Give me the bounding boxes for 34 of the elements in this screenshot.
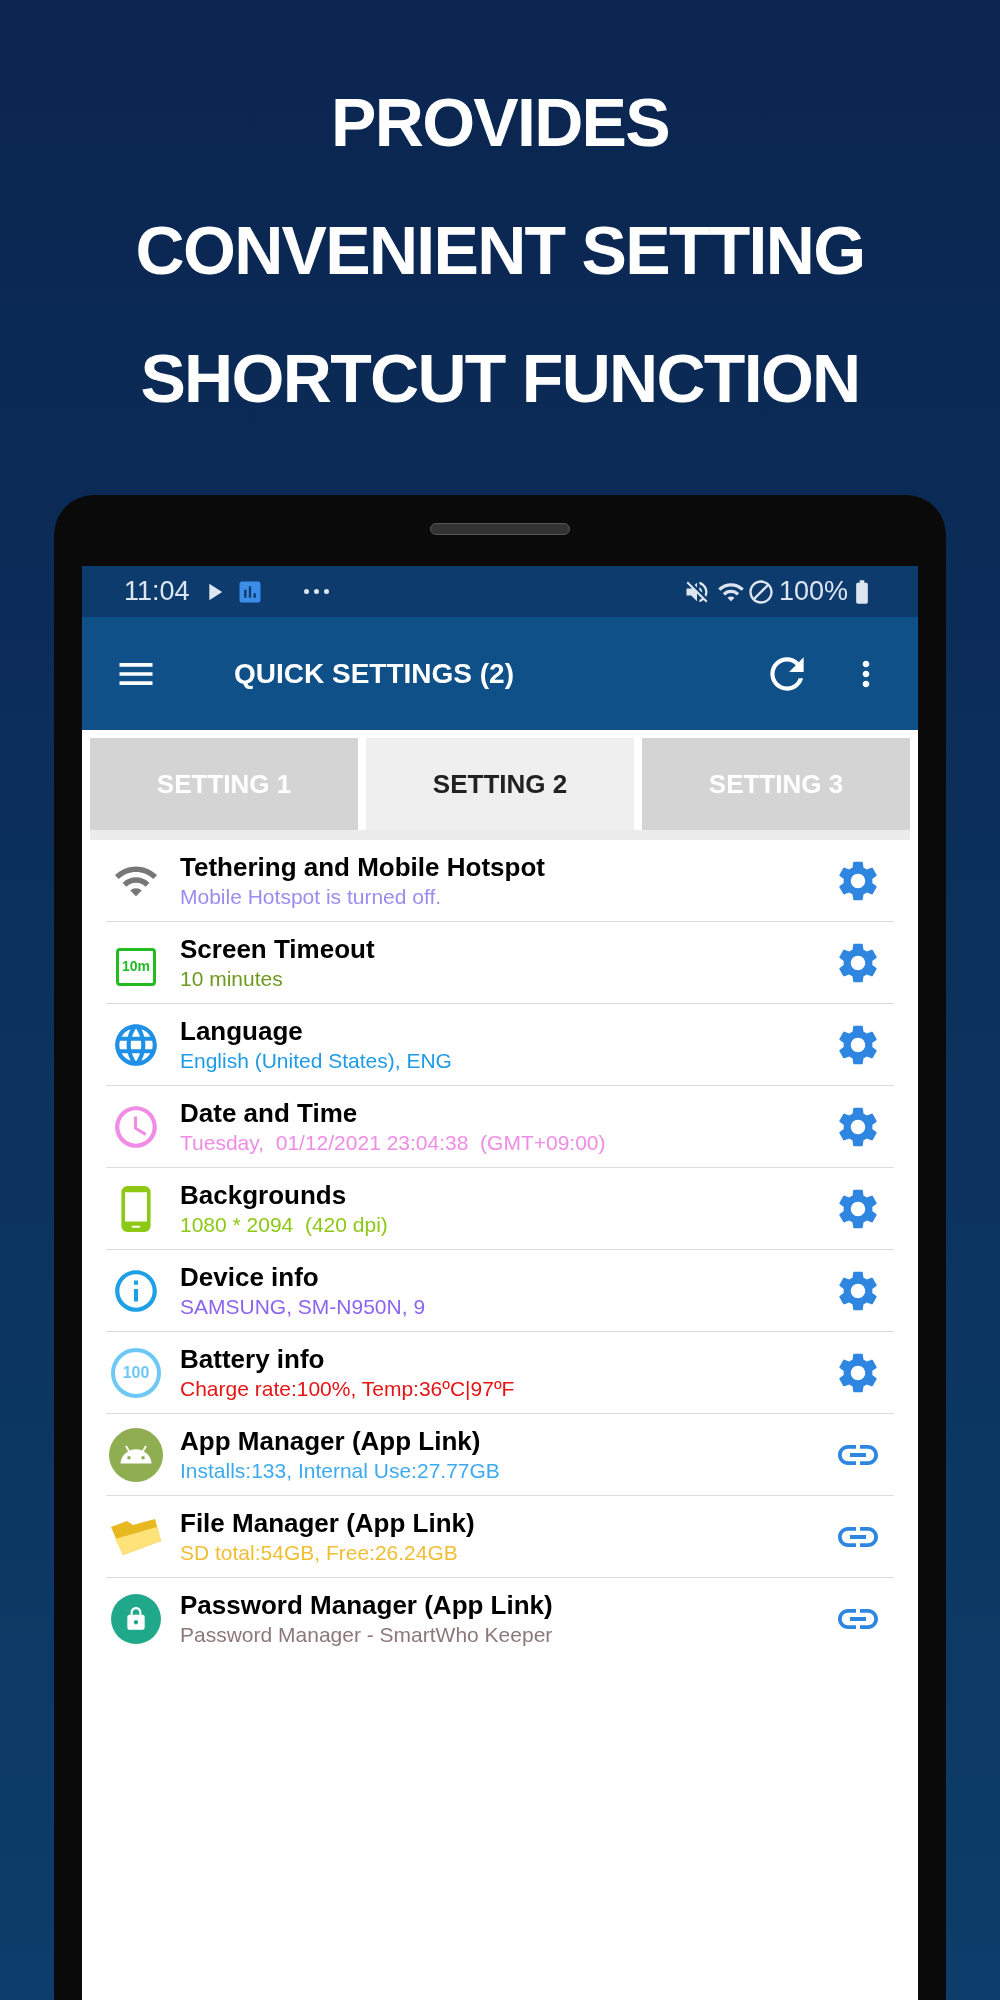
item-title: File Manager (App Link) [180,1506,476,1539]
item-title: Tethering and Mobile Hotspot [180,850,546,883]
status-time: 11:04 [124,575,190,609]
item-subtitle: 1080 * 2094 (420 dpi) [180,1211,389,1238]
item-subtitle: English (United States), ENG [180,1047,453,1074]
item-title: Backgrounds [180,1178,348,1211]
item-subtitle: SAMSUNG, SM-N950N, 9 [180,1293,427,1320]
item-subtitle: SD total:54GB, Free:26.24GB [180,1539,459,1566]
headline: SHORTCUT FUNCTION [140,339,860,418]
headline: CONVENIENT SETTING [135,211,865,290]
headline: PROVIDES [331,83,669,162]
item-title: Screen Timeout [180,932,376,965]
item-subtitle: Tuesday, 01/12/2021 23:04:38 (GMT+09:00) [180,1129,607,1156]
app-title: QUICK SETTINGS (2) [234,656,514,691]
item-subtitle: Charge rate:100%, Temp:36ºC|97ºF [180,1375,516,1402]
battery-level-icon: 100 [111,1347,161,1398]
folder-icon [109,1516,163,1557]
item-title: Date and Time [180,1096,359,1129]
item-title: Language [180,1014,304,1047]
tab[interactable]: SETTING 2 [366,738,634,830]
battery-percent: 100% [778,575,848,609]
item-subtitle: Password Manager - SmartWho Keeper [180,1622,554,1648]
item-subtitle: Mobile Hotspot is turned off. [180,883,443,910]
lock-icon: 10m [116,947,156,986]
item-title: App Manager (App Link) [180,1424,482,1457]
block-icon [746,577,775,606]
lock-icon [111,1594,161,1644]
item-subtitle: Installs:133, Internal Use:27.77GB [180,1457,501,1484]
item-title: Password Manager (App Link) [180,1589,554,1621]
item-subtitle: 10 minutes [180,965,284,992]
more-notifications-icon [303,589,329,594]
android-icon [109,1427,163,1482]
item-title: Battery info [180,1342,326,1375]
item-title: Device info [180,1260,320,1293]
